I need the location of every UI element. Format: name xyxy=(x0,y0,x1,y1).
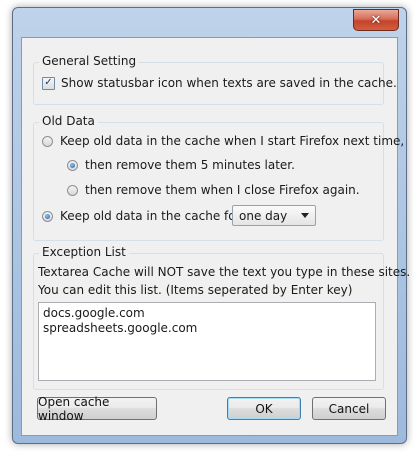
exception-sites-textarea[interactable]: docs.google.com spreadsheets.google.com xyxy=(38,302,376,381)
keep-until-restart-label: Keep old data in the cache when I start … xyxy=(60,134,405,148)
remove-5min-radio[interactable] xyxy=(67,159,78,171)
show-statusbar-option[interactable]: ✓ Show statusbar icon when texts are sav… xyxy=(42,76,397,90)
exception-description-line1: Textarea Cache will NOT save the text yo… xyxy=(38,265,411,279)
exception-description-line2: You can edit this list. (Items seperated… xyxy=(38,283,353,297)
general-setting-group: General Setting ✓ Show statusbar icon wh… xyxy=(33,54,397,105)
checkmark-icon: ✓ xyxy=(44,77,53,88)
exception-list-legend: Exception List xyxy=(39,245,129,259)
keep-for-option[interactable]: Keep old data in the cache for xyxy=(42,209,241,223)
dialog-window: ✕ General Setting ✓ Show statusbar icon … xyxy=(12,7,410,444)
old-data-group: Old Data Keep old data in the cache when… xyxy=(33,114,404,241)
remove-on-close-label: then remove them when I close Firefox ag… xyxy=(85,183,360,197)
show-statusbar-checkbox[interactable]: ✓ xyxy=(42,76,55,90)
remove-5min-label: then remove them 5 minutes later. xyxy=(85,158,295,172)
show-statusbar-label: Show statusbar icon when texts are saved… xyxy=(61,76,397,90)
old-data-legend: Old Data xyxy=(39,114,98,128)
cancel-button[interactable]: Cancel xyxy=(312,397,386,420)
open-cache-window-button[interactable]: Open cache window xyxy=(37,395,157,423)
exception-site-item: spreadsheets.google.com xyxy=(43,321,198,335)
exception-list-group: Exception List Textarea Cache will NOT s… xyxy=(33,245,410,390)
keep-until-restart-option[interactable]: Keep old data in the cache when I start … xyxy=(42,134,404,148)
remove-5min-option[interactable]: then remove them 5 minutes later. xyxy=(67,158,295,172)
duration-select[interactable]: one day xyxy=(232,205,316,226)
keep-for-label: Keep old data in the cache for xyxy=(60,209,241,223)
exception-site-item: docs.google.com xyxy=(43,306,145,320)
close-icon: ✕ xyxy=(370,12,382,28)
title-bar[interactable]: ✕ xyxy=(13,8,406,37)
keep-until-restart-radio[interactable] xyxy=(42,135,53,147)
close-button[interactable]: ✕ xyxy=(353,9,399,31)
keep-for-radio[interactable] xyxy=(42,210,53,222)
chevron-down-icon xyxy=(301,213,309,218)
duration-value: one day xyxy=(239,208,288,223)
remove-on-close-option[interactable]: then remove them when I close Firefox ag… xyxy=(67,183,360,197)
general-setting-legend: General Setting xyxy=(39,54,140,68)
remove-on-close-radio[interactable] xyxy=(67,184,78,196)
ok-button[interactable]: OK xyxy=(227,397,301,420)
dialog-body: General Setting ✓ Show statusbar icon wh… xyxy=(21,37,410,436)
